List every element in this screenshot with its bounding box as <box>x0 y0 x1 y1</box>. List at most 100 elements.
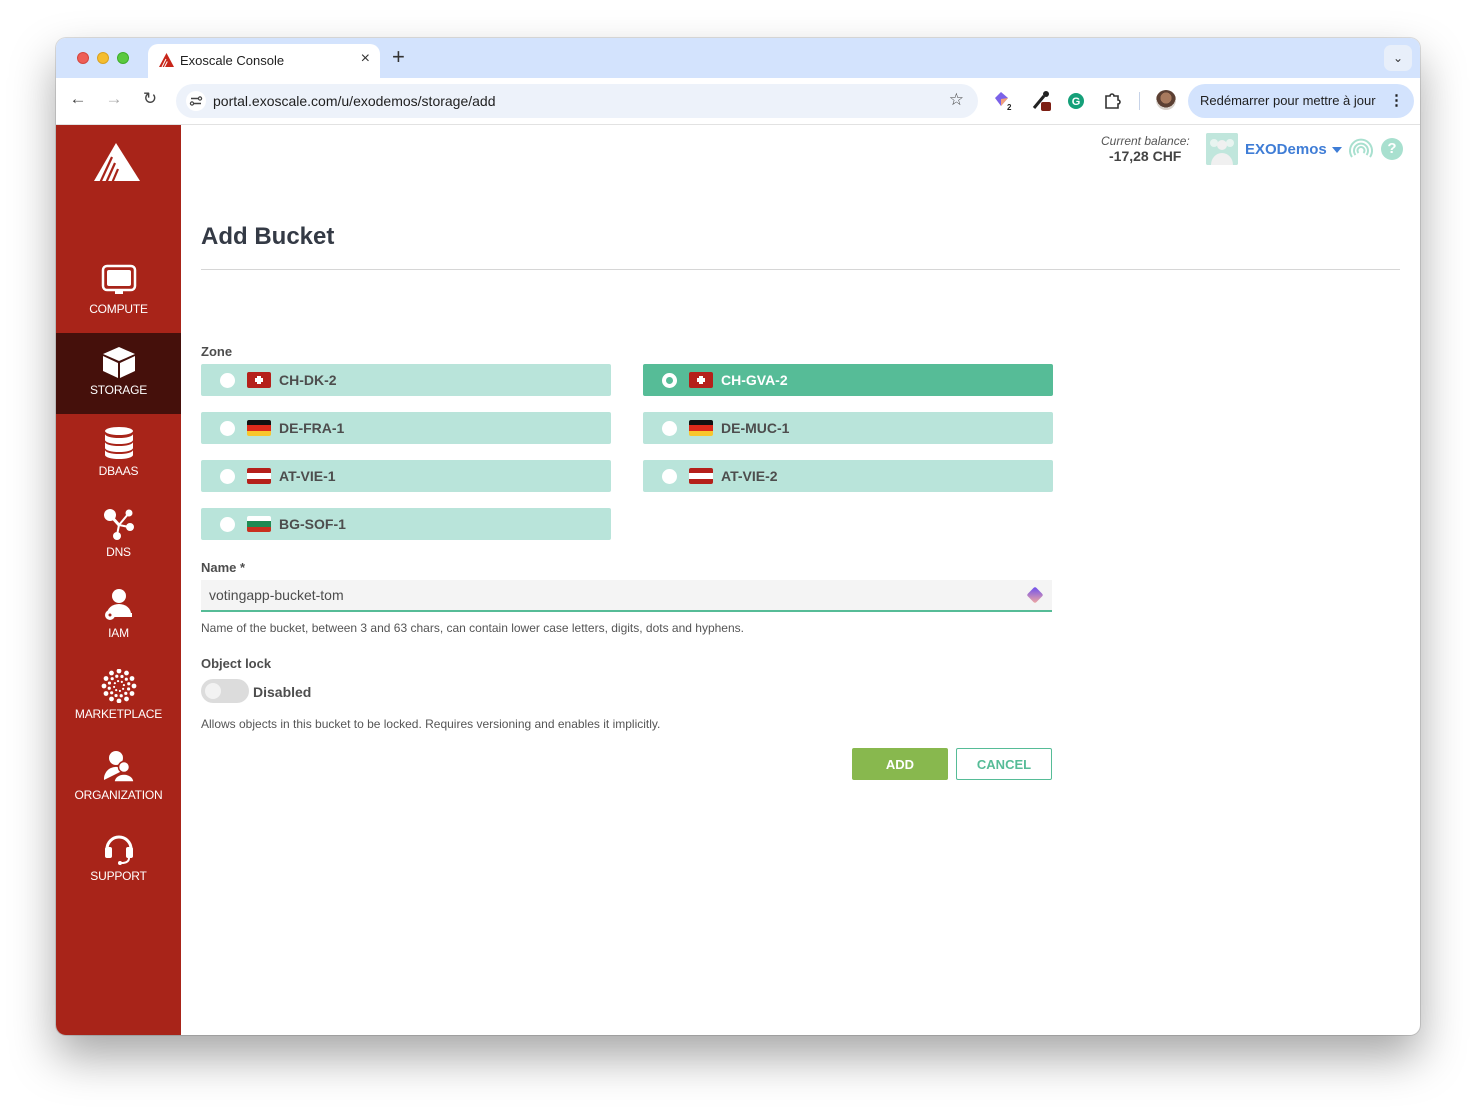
radio-button[interactable] <box>662 373 677 388</box>
name-help-text: Name of the bucket, between 3 and 63 cha… <box>201 621 744 635</box>
tab-close-icon[interactable]: × <box>361 50 370 68</box>
share-nodes-icon <box>101 507 137 541</box>
monitor-icon <box>101 264 137 298</box>
zone-option-at-vie-2[interactable]: AT-VIE-2 <box>643 460 1053 492</box>
dots-burst-icon <box>101 669 137 703</box>
exoscale-favicon-icon <box>159 53 174 67</box>
sidebar-item-support[interactable]: SUPPORT <box>56 819 181 900</box>
organization-name: EXODemos <box>1245 141 1327 158</box>
balance-label: Current balance: <box>1101 134 1190 148</box>
balance-value: -17,28 CHF <box>1109 148 1181 164</box>
zone-name: CH-GVA-2 <box>721 372 788 388</box>
object-lock-state: Disabled <box>253 684 311 700</box>
zone-name: DE-MUC-1 <box>721 420 789 436</box>
password-manager-icon[interactable] <box>1025 585 1045 605</box>
url-text: portal.exoscale.com/u/exodemos/storage/a… <box>213 93 496 109</box>
cube-icon <box>101 345 137 379</box>
sidebar-item-label: IAM <box>56 626 181 640</box>
zone-option-ch-dk-2[interactable]: CH-DK-2 <box>201 364 611 396</box>
flag-ch-icon <box>247 372 271 388</box>
zone-option-at-vie-1[interactable]: AT-VIE-1 <box>201 460 611 492</box>
sidebar-item-label: MARKETPLACE <box>56 707 181 721</box>
organization-menu[interactable]: EXODemos <box>1245 141 1342 158</box>
extension-gem-icon[interactable]: 2 <box>992 90 1014 112</box>
extension-eyedropper-icon[interactable] <box>1031 90 1053 112</box>
address-bar[interactable]: portal.exoscale.com/u/exodemos/storage/a… <box>176 84 978 118</box>
new-tab-button[interactable]: + <box>392 44 405 70</box>
toolbar-separator <box>1139 92 1140 110</box>
radio-button[interactable] <box>662 469 677 484</box>
user-key-icon <box>101 588 137 622</box>
sidebar-item-storage[interactable]: STORAGE <box>56 333 181 414</box>
exoscale-app: COMPUTE STORAGE DBAAS <box>56 125 1420 1035</box>
svg-text:G: G <box>1072 96 1081 108</box>
sidebar-item-label: STORAGE <box>56 383 181 397</box>
flag-de-icon <box>247 420 271 436</box>
back-button[interactable]: ← <box>66 89 90 109</box>
browser-tab[interactable]: Exoscale Console × <box>148 44 380 78</box>
sidebar-item-label: DBAAS <box>56 464 181 478</box>
more-menu-icon[interactable]: ⋮ <box>1389 84 1404 118</box>
close-window-button[interactable] <box>77 52 89 64</box>
flag-at-icon <box>247 468 271 484</box>
forward-button[interactable]: → <box>102 89 126 109</box>
sidebar-item-dns[interactable]: DNS <box>56 495 181 576</box>
title-divider <box>201 269 1400 270</box>
radio-button[interactable] <box>662 421 677 436</box>
radio-button[interactable] <box>220 517 235 532</box>
tab-strip: Exoscale Console × + ⌄ <box>56 38 1420 78</box>
sidebar-item-label: COMPUTE <box>56 302 181 316</box>
zone-option-bg-sof-1[interactable]: BG-SOF-1 <box>201 508 611 540</box>
object-lock-help-text: Allows objects in this bucket to be lock… <box>201 717 660 731</box>
restart-update-button[interactable]: Redémarrer pour mettre à jour ⋮ <box>1188 84 1414 118</box>
add-button[interactable]: ADD <box>852 748 948 780</box>
flag-at-icon <box>689 468 713 484</box>
browser-window: Exoscale Console × + ⌄ ← → ↻ portal.exos… <box>56 38 1420 1035</box>
zone-option-de-fra-1[interactable]: DE-FRA-1 <box>201 412 611 444</box>
zone-name: BG-SOF-1 <box>279 516 346 532</box>
zone-name: DE-FRA-1 <box>279 420 344 436</box>
object-lock-label: Object lock <box>201 656 271 671</box>
extension-badge: 2 <box>1007 103 1012 112</box>
sidebar-item-compute[interactable]: COMPUTE <box>56 252 181 333</box>
grammarly-icon[interactable]: G <box>1065 90 1087 112</box>
organization-avatar-icon[interactable] <box>1206 133 1238 165</box>
exoscale-logo-icon[interactable] <box>94 143 142 183</box>
tab-search-button[interactable]: ⌄ <box>1384 45 1412 71</box>
cancel-button[interactable]: CANCEL <box>956 748 1052 780</box>
sidebar-item-organization[interactable]: ORGANIZATION <box>56 738 181 819</box>
users-icon <box>101 750 137 784</box>
status-signal-icon[interactable] <box>1348 137 1374 163</box>
sidebar-item-marketplace[interactable]: MARKETPLACE <box>56 657 181 738</box>
zone-name: AT-VIE-2 <box>721 468 778 484</box>
radio-button[interactable] <box>220 469 235 484</box>
extensions-puzzle-icon[interactable] <box>1101 90 1123 112</box>
name-label: Name * <box>201 560 245 575</box>
zone-name: AT-VIE-1 <box>279 468 336 484</box>
headset-icon <box>101 831 137 865</box>
toggle-knob <box>205 683 221 699</box>
maximize-window-button[interactable] <box>117 52 129 64</box>
zone-label: Zone <box>201 344 232 359</box>
sidebar-item-label: ORGANIZATION <box>56 788 181 802</box>
bucket-name-input[interactable] <box>201 580 1052 612</box>
database-icon <box>101 426 137 460</box>
radio-button[interactable] <box>220 373 235 388</box>
radio-button[interactable] <box>220 421 235 436</box>
bookmark-star-icon[interactable]: ☆ <box>949 90 964 110</box>
profile-avatar[interactable] <box>1156 90 1176 110</box>
sidebar-item-dbaas[interactable]: DBAAS <box>56 414 181 495</box>
zone-option-ch-gva-2[interactable]: CH-GVA-2 <box>643 364 1053 396</box>
reload-button[interactable]: ↻ <box>138 89 162 109</box>
site-settings-icon[interactable] <box>186 91 206 111</box>
object-lock-toggle[interactable] <box>201 679 249 703</box>
sidebar: COMPUTE STORAGE DBAAS <box>56 125 181 1035</box>
flag-bg-icon <box>247 516 271 532</box>
flag-de-icon <box>689 420 713 436</box>
help-icon[interactable]: ? <box>1381 138 1403 160</box>
zone-option-de-muc-1[interactable]: DE-MUC-1 <box>643 412 1053 444</box>
browser-toolbar: ← → ↻ portal.exoscale.com/u/exodemos/sto… <box>56 78 1420 125</box>
caret-down-icon <box>1332 147 1342 153</box>
minimize-window-button[interactable] <box>97 52 109 64</box>
sidebar-item-iam[interactable]: IAM <box>56 576 181 657</box>
